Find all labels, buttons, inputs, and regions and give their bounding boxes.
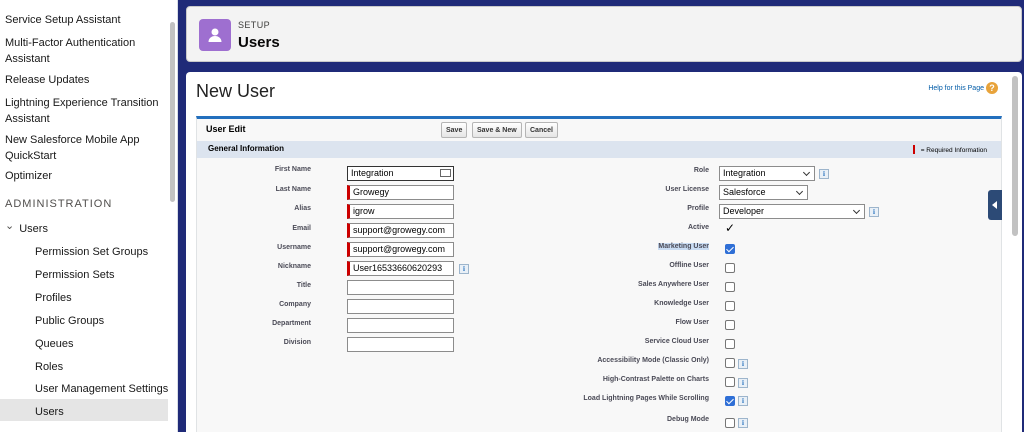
sidebar-item-lightning-transition-assistant[interactable]: Lightning Experience Transition Assistan… [5,95,165,127]
active-checkmark-icon: ✓ [725,221,736,235]
label-profile: Profile [687,205,709,212]
department-input[interactable] [347,318,454,333]
label-company: Company [279,301,311,308]
info-icon[interactable]: i [459,264,469,274]
main-panel: New User Help for this Page ? User Edit … [186,72,1022,432]
contact-card-icon[interactable] [440,169,451,177]
sidebar-active-highlight [0,399,168,421]
label-username: Username [277,244,311,251]
label-marketing-user: Marketing User [658,243,709,250]
sidebar-item-optimizer[interactable]: Optimizer [5,168,165,184]
label-high-contrast-palette: High-Contrast Palette on Charts [602,376,709,383]
chevron-down-icon[interactable]: ⌄ [5,218,14,234]
knowledge-user-checkbox[interactable] [725,301,735,311]
nickname-input[interactable]: User16533660620293 [347,261,454,276]
label-role: Role [693,167,709,174]
role-select[interactable]: Integration [719,166,815,181]
form-title: User Edit [206,124,246,134]
sidebar-item-user-management-settings[interactable]: User Management Settings [35,382,168,396]
label-flow-user: Flow User [675,319,709,326]
sidebar-item-queues[interactable]: Queues [35,337,74,351]
user-icon [199,19,231,51]
division-input[interactable] [347,337,454,352]
label-title: Title [296,282,311,289]
profile-select[interactable]: Developer [719,204,865,219]
label-load-lightning-pages: Load Lightning Pages While Scrolling [583,395,709,402]
first-name-value: Integration [351,168,394,178]
section-title: General Information [208,144,285,153]
sidebar-section-administration: ADMINISTRATION [5,198,113,210]
company-input[interactable] [347,299,454,314]
username-input[interactable]: support@growegy.com [347,242,454,257]
sidebar-scrollbar[interactable] [170,22,175,202]
label-service-cloud-user: Service Cloud User [644,338,709,345]
sidebar-group-users-label: Users [19,223,48,235]
user-edit-form: User Edit Save Save & New Cancel General… [196,116,1002,432]
accessibility-mode-checkbox[interactable] [725,358,735,368]
label-last-name: Last Name [275,186,311,193]
email-input[interactable]: support@growegy.com [347,223,454,238]
load-lightning-pages-checkbox[interactable] [725,396,735,406]
service-cloud-user-checkbox[interactable] [725,339,735,349]
marketing-user-checkbox[interactable] [725,244,735,254]
user-license-select[interactable]: Salesforce [719,185,808,200]
main-scrollbar[interactable] [1012,76,1018,236]
label-division: Division [283,339,311,346]
sidebar-item-permission-sets[interactable]: Permission Sets [35,268,114,282]
label-department: Department [272,320,311,327]
info-icon[interactable]: i [738,359,748,369]
info-icon[interactable]: i [869,207,879,217]
sidebar-item-users[interactable]: Users [35,405,64,419]
label-offline-user: Offline User [669,262,709,269]
section-general-information: General Information = Required Informati… [197,141,1001,158]
setup-header: SETUP Users [186,6,1022,62]
help-icon[interactable]: ? [986,82,998,94]
header-eyebrow: SETUP [238,20,271,30]
cancel-button[interactable]: Cancel [525,122,558,138]
info-icon[interactable]: i [738,378,748,388]
label-knowledge-user: Knowledge User [654,300,709,307]
label-first-name: First Name [274,166,311,173]
first-name-input[interactable]: Integration [347,166,454,181]
label-active: Active [687,224,709,231]
setup-sidebar: Service Setup Assistant Multi-Factor Aut… [0,0,178,432]
high-contrast-palette-checkbox[interactable] [725,377,735,387]
sidebar-item-release-updates[interactable]: Release Updates [5,72,165,88]
label-sales-anywhere-user: Sales Anywhere User [638,281,709,288]
label-marketing-user-text: Marketing User [658,243,709,250]
save-button[interactable]: Save [441,122,468,138]
last-name-input[interactable]: Growegy [347,185,454,200]
sidebar-item-public-groups[interactable]: Public Groups [35,314,104,328]
sidebar-item-profiles[interactable]: Profiles [35,291,72,305]
sidebar-group-users[interactable]: ⌄ Users [5,218,165,237]
offline-user-checkbox[interactable] [725,263,735,273]
label-user-license: User License [665,186,709,193]
debug-mode-checkbox[interactable] [725,418,735,428]
page-title: Users [238,34,280,51]
save-and-new-button[interactable]: Save & New [472,122,522,138]
collapse-panel-tab[interactable] [988,190,1002,220]
info-icon[interactable]: i [819,169,829,179]
label-debug-mode: Debug Mode [667,416,709,423]
new-user-title: New User [196,81,276,101]
info-icon[interactable]: i [738,418,748,428]
alias-input[interactable]: igrow [347,204,454,219]
label-accessibility-mode: Accessibility Mode (Classic Only) [597,357,709,364]
flow-user-checkbox[interactable] [725,320,735,330]
sidebar-item-mfa-assistant[interactable]: Multi-Factor Authentication Assistant [5,35,165,67]
label-email: Email [292,225,311,232]
help-link[interactable]: Help for this Page [928,85,984,92]
info-icon[interactable]: i [738,396,748,406]
label-nickname: Nickname [277,263,311,270]
sidebar-item-mobile-quickstart[interactable]: New Salesforce Mobile App QuickStart [5,132,165,164]
sales-anywhere-user-checkbox[interactable] [725,282,735,292]
sidebar-item-service-setup-assistant[interactable]: Service Setup Assistant [5,12,165,28]
sidebar-item-roles[interactable]: Roles [35,360,63,374]
sidebar-item-permission-set-groups[interactable]: Permission Set Groups [35,245,148,259]
label-alias: Alias [294,205,311,212]
required-legend: = Required Information [913,145,987,154]
title-input[interactable] [347,280,454,295]
